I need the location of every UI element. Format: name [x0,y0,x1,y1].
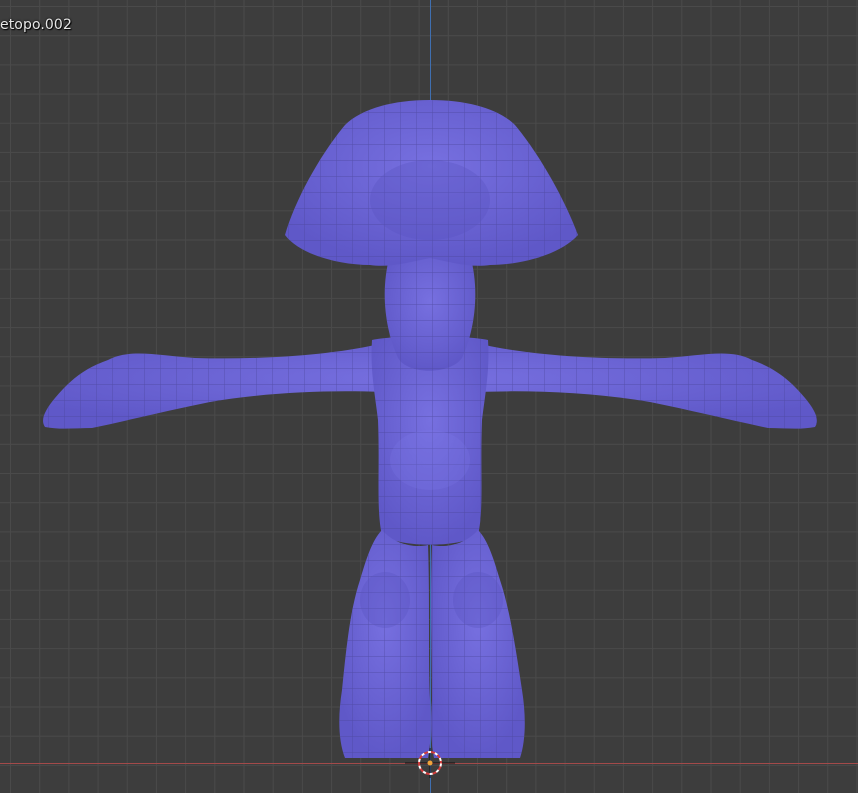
3d-cursor-icon[interactable] [0,0,858,793]
3d-viewport[interactable]: etopo.002 [0,0,858,793]
